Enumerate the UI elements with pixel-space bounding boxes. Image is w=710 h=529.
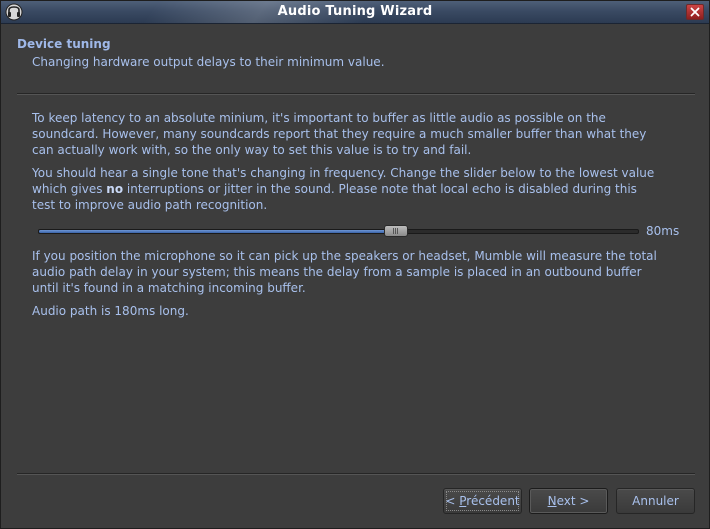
output-delay-slider[interactable] [38, 229, 639, 234]
latency-explanation-text: To keep latency to an absolute minium, i… [32, 111, 647, 157]
tone-instruction-emphasis: no [106, 182, 124, 196]
cancel-button[interactable]: Annuler [616, 488, 695, 514]
audio-tuning-wizard-window: Audio Tuning Wizard Device tuning Changi… [0, 0, 710, 529]
next-button-label: Next > [548, 494, 590, 508]
tone-instruction-text: You should hear a single tone that's cha… [32, 165, 660, 213]
slider-value-label: 80ms [646, 224, 680, 238]
next-button-mnemonic: N [547, 494, 557, 508]
next-button[interactable]: Next > [529, 488, 608, 514]
slider-handle[interactable] [383, 225, 408, 237]
title-bar[interactable]: Audio Tuning Wizard [1, 1, 709, 24]
page-subtitle: Changing hardware output delays to their… [32, 55, 385, 69]
slider-grip-icon [397, 228, 399, 234]
slider-fill [39, 230, 397, 233]
tone-instruction-end: interruptions or jitter in the sound. Pl… [32, 182, 637, 212]
back-button-label: < Précédent [445, 494, 519, 508]
slider-grip-icon [393, 228, 395, 234]
window-title: Audio Tuning Wizard [277, 4, 433, 19]
audio-path-result-text: Audio path is 180ms long. [32, 304, 189, 318]
footer-divider [17, 473, 695, 475]
audio-path-explanation-text: If you position the microphone so it can… [32, 249, 657, 295]
next-button-rest: ext > [556, 494, 590, 508]
back-button[interactable]: < Précédent [443, 488, 522, 514]
cancel-button-label: Annuler [632, 494, 679, 508]
close-icon [690, 7, 700, 17]
page-title: Device tuning [17, 37, 111, 51]
back-button-rest: récédent [466, 494, 520, 508]
header-divider [17, 93, 695, 95]
back-button-prefix: < [445, 494, 460, 508]
close-button[interactable] [686, 4, 704, 20]
slider-grip-icon [395, 228, 397, 234]
